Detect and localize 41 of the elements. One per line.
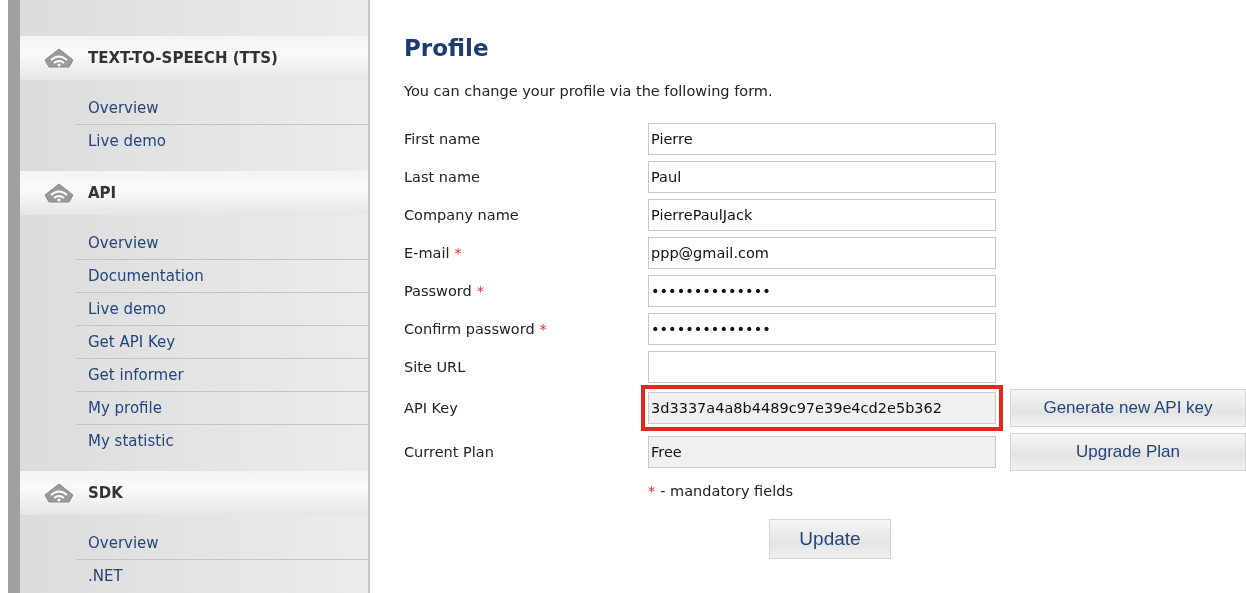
input-field[interactable]: Paul [648, 161, 996, 193]
input-field[interactable]: PierrePaulJack [648, 199, 996, 231]
required-mark: * [476, 283, 484, 299]
sidebar-link[interactable]: Overview [76, 227, 368, 260]
required-mark: * [454, 245, 462, 261]
field-label: Company name [404, 207, 519, 223]
field-label: Current Plan [404, 444, 494, 460]
wifi-icon [44, 48, 74, 68]
note-text: - mandatory fields [660, 483, 793, 499]
field-label: Site URL [404, 359, 466, 375]
field-label: E-mail [404, 245, 450, 261]
input-field[interactable]: ppp@gmail.com [648, 237, 996, 269]
update-button[interactable]: Update [769, 519, 891, 559]
sidebar-link[interactable]: My statistic [76, 425, 368, 457]
field-label: Last name [404, 169, 480, 185]
required-mark: * [539, 321, 547, 337]
wifi-icon [44, 183, 74, 203]
section-title: API [88, 184, 117, 202]
sidebar-link[interactable]: Overview [76, 527, 368, 560]
page-title: Profile [404, 35, 490, 61]
wifi-icon [44, 483, 74, 503]
sidebar-link[interactable]: Get API Key [76, 326, 368, 359]
input-field[interactable] [648, 351, 996, 383]
input-field[interactable]: •••••••••••••• [648, 313, 996, 345]
sidebar-link[interactable]: Live demo [76, 293, 368, 326]
input-field[interactable]: Pierre [648, 123, 996, 155]
required-mark: * [648, 483, 656, 499]
sidebar-link[interactable]: Get informer [76, 359, 368, 392]
section-title: TEXT-TO-SPEECH (TTS) [88, 49, 278, 67]
sidebar-link[interactable]: .NET [76, 560, 368, 592]
intro-text: You can change your profile via the following form. [404, 83, 774, 99]
sidebar-link[interactable]: Overview [76, 92, 368, 125]
input-field[interactable]: •••••••••••••• [648, 275, 996, 307]
sidebar-link[interactable]: My profile [76, 392, 368, 425]
field-label: API Key [404, 400, 458, 416]
field-label: Confirm password [404, 321, 535, 337]
field-label: First name [404, 131, 481, 147]
section-title: SDK [88, 484, 123, 502]
sidebar-link[interactable]: Live demo [76, 125, 368, 157]
sidebar-link[interactable]: Documentation [76, 260, 368, 293]
field-label: Password [404, 283, 472, 299]
